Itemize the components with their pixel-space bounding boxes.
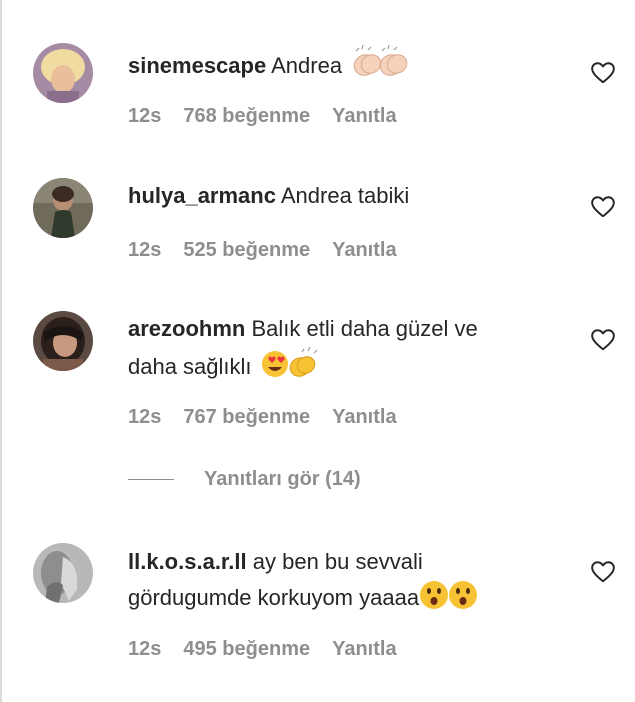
avatar[interactable] (33, 311, 93, 371)
left-border (0, 0, 2, 702)
timestamp[interactable]: 12s (128, 406, 161, 429)
comment-body: Andrea (271, 53, 343, 78)
username[interactable]: hulya_armanc (128, 183, 276, 208)
comment-meta: 12s 767 beğenme Yanıtla (128, 406, 397, 429)
reply-button[interactable]: Yanıtla (332, 105, 396, 128)
timestamp[interactable]: 12s (128, 105, 161, 128)
comment-meta: 12s 768 beğenme Yanıtla (128, 105, 397, 128)
reply-button[interactable]: Yanıtla (332, 239, 396, 262)
comment-text: arezoohmn Balık etli daha güzel ve daha … (128, 312, 568, 390)
avatar[interactable] (33, 543, 93, 603)
username[interactable]: arezoohmn (128, 316, 245, 341)
view-replies-divider (128, 479, 174, 480)
likes-count[interactable]: 768 beğenme (183, 105, 310, 128)
comment-text: sinemescape Andrea (128, 44, 568, 89)
likes-count[interactable]: 767 beğenme (183, 406, 310, 429)
comment-body: Andrea tabiki (280, 183, 410, 208)
avatar[interactable] (33, 43, 93, 103)
reply-button[interactable]: Yanıtla (332, 406, 396, 429)
timestamp[interactable]: 12s (128, 239, 161, 262)
username[interactable]: sinemescape (128, 53, 266, 78)
avatar[interactable] (33, 178, 93, 238)
reply-button[interactable]: Yanıtla (332, 638, 396, 661)
username[interactable]: ll.k.o.s.a.r.ll (128, 549, 247, 574)
heart-icon[interactable] (590, 559, 616, 585)
heart-eyes-clapping-icon (260, 346, 322, 390)
heart-icon[interactable] (590, 60, 616, 86)
astonished-face-icon (419, 579, 479, 621)
view-replies-label: Yanıtları gör (14) (204, 468, 361, 490)
comment-body-line1: ay ben bu sevvali (252, 549, 423, 574)
likes-count[interactable]: 495 beğenme (183, 638, 310, 661)
comment-body-line2: daha sağlıklı (128, 354, 252, 379)
comment-body-line2: gördugumde korkuyom yaaaa (128, 585, 420, 610)
comment-meta: 12s 525 beğenme Yanıtla (128, 239, 397, 262)
timestamp[interactable]: 12s (128, 638, 161, 661)
comment-meta: 12s 495 beğenme Yanıtla (128, 638, 397, 661)
heart-icon[interactable] (590, 194, 616, 220)
comment-text: ll.k.o.s.a.r.ll ay ben bu sevvali gördug… (128, 545, 568, 621)
comment-text: hulya_armanc Andrea tabiki (128, 179, 568, 213)
view-replies-button[interactable]: Yanıtları gör (14) (128, 468, 361, 491)
likes-count[interactable]: 525 beğenme (183, 239, 310, 262)
comment-body-line1: Balık etli daha güzel ve (251, 316, 478, 341)
heart-icon[interactable] (590, 327, 616, 353)
clapping-hands-icon (350, 44, 412, 89)
